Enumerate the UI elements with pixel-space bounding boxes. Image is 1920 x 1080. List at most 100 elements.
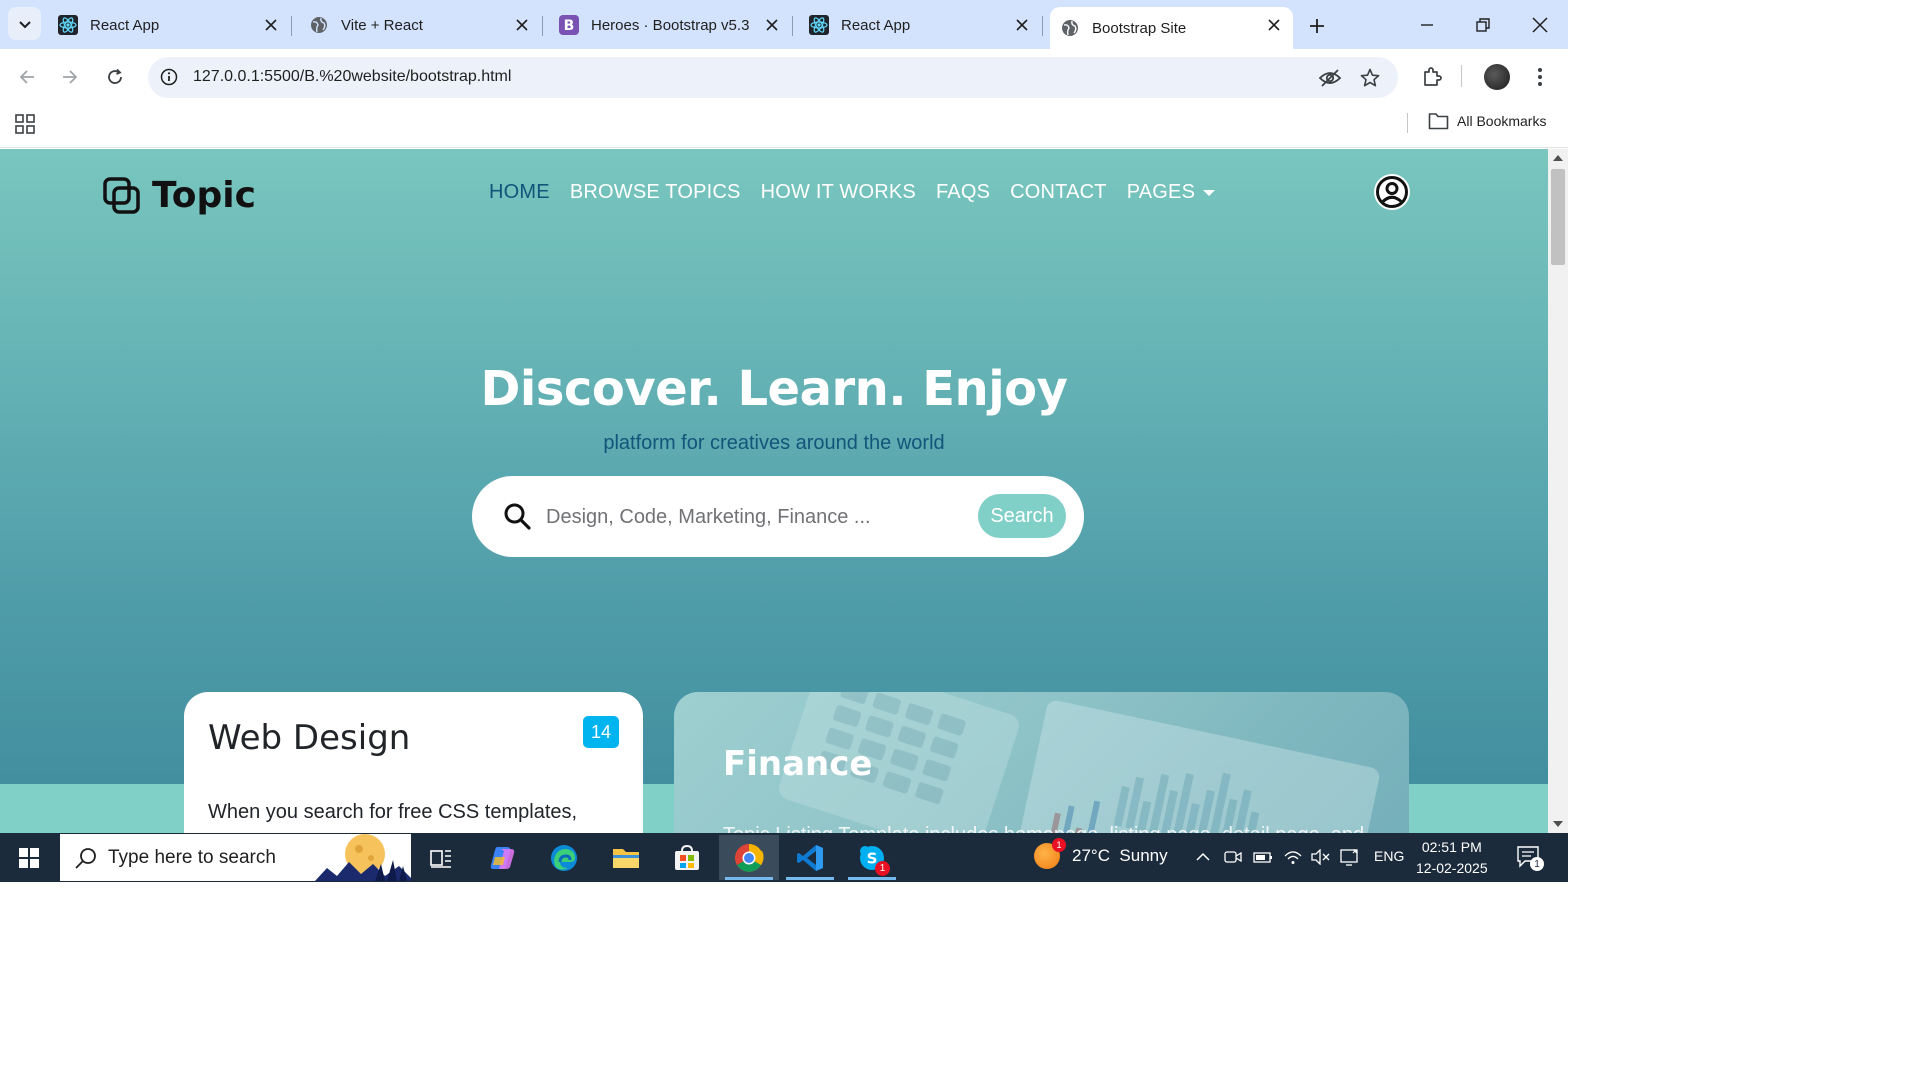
nav-item-pages[interactable]: PAGES	[1126, 181, 1216, 204]
tab-title: Bootstrap Site	[1092, 19, 1187, 37]
nav-item-browse-topics[interactable]: BROWSE TOPICS	[570, 181, 741, 204]
clock-date: 12-02-2025	[1416, 860, 1488, 876]
show-hidden-icons-button[interactable]	[1192, 846, 1214, 868]
folder-icon	[1428, 113, 1449, 130]
meet-now-icon[interactable]	[1222, 846, 1244, 868]
logo-icon	[103, 176, 140, 214]
nav-item-home[interactable]: HOME	[489, 181, 550, 204]
caret-down-icon	[1203, 189, 1216, 196]
scroll-down-arrow-icon[interactable]	[1553, 821, 1563, 827]
all-bookmarks-button[interactable]: All Bookmarks	[1428, 112, 1546, 130]
notification-badge: 1	[1530, 857, 1544, 871]
hero-search-input[interactable]	[546, 502, 966, 532]
restore-button[interactable]	[1468, 10, 1498, 40]
volume-muted-icon[interactable]	[1309, 846, 1331, 868]
page-scrollbar[interactable]	[1548, 149, 1568, 833]
weather-widget[interactable]: 1 27°C Sunny	[1034, 838, 1168, 869]
skype-badge: 1	[875, 861, 890, 876]
scroll-up-arrow-icon[interactable]	[1553, 155, 1563, 161]
card-count-badge: 14	[583, 716, 619, 748]
sun-icon: 1	[1034, 838, 1066, 869]
apps-grid-icon[interactable]	[14, 113, 36, 135]
nav-item-contact[interactable]: CONTACT	[1010, 181, 1107, 204]
tab-title: Heroes · Bootstrap v5.3	[591, 16, 750, 34]
clock-time: 02:51 PM	[1421, 839, 1482, 855]
input-language-indicator[interactable]: ENG	[1374, 848, 1404, 864]
microsoft-store-app[interactable]	[657, 835, 717, 880]
more-vertical-icon	[1538, 68, 1542, 86]
bookmarks-divider	[1407, 113, 1408, 133]
reload-button[interactable]	[99, 61, 131, 93]
tab-search-button[interactable]	[8, 7, 41, 40]
taskbar-search-box[interactable]: Type here to search	[60, 834, 411, 881]
extensions-button[interactable]	[1416, 61, 1448, 93]
start-button[interactable]	[0, 833, 58, 882]
hero-subtitle: platform for creatives around the world	[603, 432, 945, 454]
star-icon[interactable]	[1357, 65, 1383, 91]
copilot-app[interactable]	[473, 835, 533, 880]
close-icon[interactable]	[1013, 16, 1031, 34]
topic-card-finance[interactable]: Finance Topic Listing Template includes …	[674, 692, 1409, 833]
close-window-button[interactable]	[1525, 10, 1555, 40]
bootstrap-icon: B	[559, 15, 579, 35]
forward-button[interactable]	[54, 61, 86, 93]
eye-off-icon[interactable]	[1317, 65, 1343, 91]
taskbar-clock[interactable]: 02:51 PM 12-02-2025	[1416, 837, 1488, 879]
puzzle-icon	[1424, 67, 1442, 86]
user-circle-icon	[1376, 176, 1408, 208]
card-text: When you search for free CSS templates,	[208, 801, 578, 823]
nav-item-how-it-works[interactable]: HOW IT WORKS	[761, 181, 916, 204]
address-bar[interactable]: 127.0.0.1:5500/B.%20website/bootstrap.ht…	[148, 57, 1398, 98]
nav-item-faqs[interactable]: FAQS	[936, 181, 990, 204]
wifi-icon[interactable]	[1282, 846, 1304, 868]
close-icon	[1532, 17, 1548, 33]
react-icon	[58, 15, 78, 35]
task-view-icon	[430, 849, 451, 868]
card-text: Topic Listing Template includes homepage…	[723, 824, 1364, 833]
url-text: 127.0.0.1:5500/B.%20website/bootstrap.ht…	[193, 68, 512, 85]
task-view-button[interactable]	[411, 835, 471, 880]
file-explorer-app[interactable]	[596, 835, 656, 880]
taskbar-search-placeholder: Type here to search	[108, 846, 276, 868]
back-button[interactable]	[11, 61, 43, 93]
nav-item-pages-label: PAGES	[1126, 181, 1196, 203]
new-tab-button[interactable]	[1302, 11, 1332, 41]
svg-text:B: B	[564, 18, 575, 34]
edge-icon	[551, 844, 577, 871]
close-icon[interactable]	[1265, 16, 1283, 34]
chevron-up-icon	[1196, 852, 1210, 861]
arrow-left-icon	[19, 70, 34, 84]
scroll-thumb[interactable]	[1551, 169, 1565, 265]
browser-tab[interactable]: B Heroes · Bootstrap v5.3	[559, 7, 793, 43]
user-profile-button[interactable]	[1374, 174, 1410, 210]
profile-avatar[interactable]	[1481, 61, 1513, 93]
globe-icon	[1060, 18, 1080, 38]
brand-logo[interactable]: Topic	[102, 175, 256, 216]
minimize-button[interactable]	[1412, 10, 1442, 40]
site-info-icon[interactable]	[158, 66, 180, 88]
browser-menu-button[interactable]	[1524, 61, 1556, 93]
vscode-app[interactable]	[780, 835, 840, 880]
weather-badge: 1	[1052, 838, 1066, 852]
card-title: Finance	[723, 744, 873, 784]
browser-tab-active[interactable]: Bootstrap Site	[1050, 7, 1293, 49]
weather-text: 27°C Sunny	[1072, 846, 1168, 865]
notification-center-button[interactable]: 1	[1516, 845, 1544, 871]
display-icon[interactable]	[1339, 846, 1361, 868]
web-page: Topic HOME BROWSE TOPICS HOW IT WORKS FA…	[0, 149, 1548, 833]
close-icon[interactable]	[262, 16, 280, 34]
close-icon[interactable]	[763, 16, 781, 34]
tab-title: React App	[841, 16, 911, 34]
copilot-icon	[490, 846, 515, 869]
edge-app[interactable]	[534, 835, 594, 880]
topic-card-web-design[interactable]: Web Design 14 When you search for free C…	[184, 692, 643, 833]
skype-app[interactable]: S 1	[842, 835, 902, 880]
browser-tab[interactable]: React App	[809, 7, 1043, 43]
browser-tab[interactable]: React App	[58, 7, 292, 43]
close-icon[interactable]	[513, 16, 531, 34]
search-icon	[504, 503, 531, 530]
hero-search-button[interactable]: Search	[978, 494, 1066, 538]
battery-icon[interactable]	[1252, 846, 1274, 868]
browser-tab[interactable]: Vite + React	[309, 7, 543, 43]
chrome-app[interactable]	[719, 835, 779, 880]
